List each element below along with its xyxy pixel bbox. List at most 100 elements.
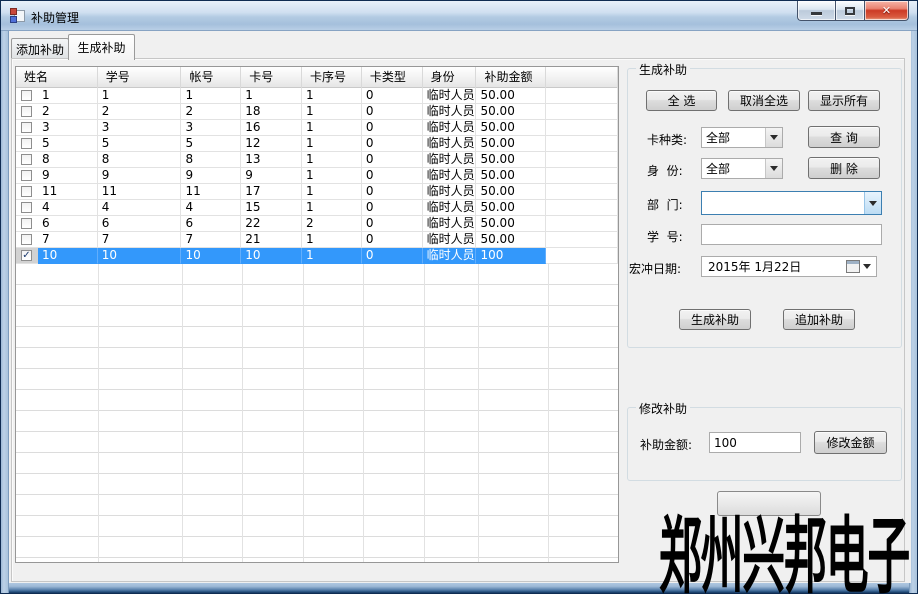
table-cell: 4: [38, 200, 98, 216]
table-cell: 临时人员: [423, 88, 477, 104]
deselect-all-button[interactable]: 取消全选: [728, 90, 800, 111]
table-cell: 7: [38, 232, 98, 248]
show-all-button[interactable]: 显示所有: [808, 90, 880, 111]
table-cell: 临时人员: [423, 136, 477, 152]
table-row[interactable]: 8881310临时人员50.00: [16, 152, 618, 168]
group-title: 修改补助: [636, 400, 690, 417]
table-cell: 8: [181, 152, 241, 168]
department-label: 部 门:: [647, 196, 683, 213]
calendar-icon: [846, 260, 860, 273]
modify-subsidy-group: 修改补助 补助金额: 修改金额: [627, 407, 902, 481]
column-header[interactable]: 卡类型: [362, 67, 423, 88]
table-row[interactable]: 4441510临时人员50.00: [16, 200, 618, 216]
table-cell: 临时人员: [423, 248, 477, 264]
checkbox-cell: [16, 200, 38, 216]
column-header[interactable]: 身份: [423, 67, 477, 88]
table-row[interactable]: 999910临时人员50.00: [16, 168, 618, 184]
table-cell-filler: [546, 152, 618, 168]
table-cell-filler: [546, 104, 618, 120]
table-cell: 1: [241, 88, 302, 104]
row-checkbox[interactable]: [21, 154, 32, 165]
table-cell: 100: [476, 248, 546, 264]
column-header-filler[interactable]: [546, 67, 618, 88]
table-row[interactable]: 3331610临时人员50.00: [16, 120, 618, 136]
select-all-button[interactable]: 全 选: [646, 90, 717, 111]
table-cell-filler: [546, 248, 618, 264]
chevron-down-icon[interactable]: [863, 264, 871, 269]
table-empty-area: [16, 264, 619, 563]
tab-add-subsidy[interactable]: 添加补助: [11, 38, 69, 59]
delete-button[interactable]: 删 除: [808, 157, 880, 179]
generate-subsidy-button[interactable]: 生成补助: [679, 309, 751, 330]
table-row[interactable]: 1111111710临时人员50.00: [16, 184, 618, 200]
modify-amount-button[interactable]: 修改金额: [814, 431, 887, 454]
titlebar[interactable]: 补助管理 ✕: [1, 1, 917, 31]
table-cell: 0: [362, 184, 423, 200]
table-cell: 1: [302, 168, 362, 184]
table-cell: 临时人员: [423, 200, 477, 216]
close-button[interactable]: ✕: [865, 1, 909, 21]
amount-input[interactable]: [709, 432, 801, 453]
row-checkbox[interactable]: [21, 90, 32, 101]
table-cell: 0: [362, 232, 423, 248]
minimize-button[interactable]: [797, 1, 835, 21]
table-cell: 50.00: [476, 120, 546, 136]
column-header[interactable]: 卡序号: [302, 67, 362, 88]
maximize-button[interactable]: [835, 1, 865, 21]
grid-line: [98, 264, 99, 563]
row-checkbox[interactable]: [21, 106, 32, 117]
table-row[interactable]: 6662220临时人员50.00: [16, 216, 618, 232]
column-header[interactable]: 补助金额: [476, 67, 546, 88]
table-cell: 10: [241, 248, 302, 264]
dropdown-button[interactable]: [765, 159, 782, 178]
table-cell: 10: [181, 248, 241, 264]
card-type-select[interactable]: 全部: [701, 127, 783, 148]
card-type-label: 卡种类:: [647, 131, 687, 148]
row-checkbox[interactable]: [21, 170, 32, 181]
column-header[interactable]: 帐号: [181, 67, 241, 88]
dropdown-button[interactable]: [765, 128, 782, 147]
row-checkbox[interactable]: [21, 234, 32, 245]
column-header[interactable]: 学号: [98, 67, 182, 88]
table-cell: 1: [38, 88, 98, 104]
column-header[interactable]: 卡号: [241, 67, 302, 88]
query-button[interactable]: 查 询: [808, 126, 880, 148]
row-checkbox[interactable]: [21, 186, 32, 197]
row-checkbox[interactable]: [21, 122, 32, 133]
table-cell: 9: [241, 168, 302, 184]
table-row[interactable]: 2221810临时人员50.00: [16, 104, 618, 120]
column-header[interactable]: 姓名: [16, 67, 98, 88]
table-cell: 50.00: [476, 184, 546, 200]
identity-select[interactable]: 全部: [701, 158, 783, 179]
table-cell: 22: [241, 216, 302, 232]
row-checkbox[interactable]: [21, 202, 32, 213]
table-cell-filler: [546, 232, 618, 248]
row-checkbox[interactable]: [21, 138, 32, 149]
table-cell: 18: [241, 104, 302, 120]
table-row[interactable]: 7772110临时人员50.00: [16, 232, 618, 248]
group-title: 生成补助: [636, 61, 690, 78]
append-subsidy-button[interactable]: 追加补助: [783, 309, 855, 330]
table-cell: 0: [362, 168, 423, 184]
table-cell: 1: [302, 200, 362, 216]
tab-generate-subsidy[interactable]: 生成补助: [68, 34, 135, 60]
table-cell-filler: [546, 168, 618, 184]
row-checkbox[interactable]: ✓: [21, 250, 32, 261]
recharge-date-picker[interactable]: 2015年 1月22日: [701, 256, 877, 277]
row-checkbox[interactable]: [21, 218, 32, 229]
table-cell: 0: [362, 200, 423, 216]
table-cell: 15: [241, 200, 302, 216]
grid-line: [478, 264, 479, 563]
table-cell: 12: [241, 136, 302, 152]
subsidy-table[interactable]: 姓名学号帐号卡号卡序号卡类型身份补助金额 111110临时人员50.002221…: [15, 66, 619, 563]
table-row[interactable]: 111110临时人员50.00: [16, 88, 618, 104]
table-row[interactable]: ✓1010101010临时人员100: [16, 248, 618, 264]
checkbox-cell: [16, 104, 38, 120]
table-cell: 0: [362, 216, 423, 232]
dropdown-button[interactable]: [864, 192, 881, 214]
department-select[interactable]: [701, 191, 882, 215]
table-row[interactable]: 5551210临时人员50.00: [16, 136, 618, 152]
student-id-input[interactable]: [701, 224, 882, 245]
student-id-label: 学 号:: [647, 228, 683, 245]
table-cell: 8: [98, 152, 182, 168]
